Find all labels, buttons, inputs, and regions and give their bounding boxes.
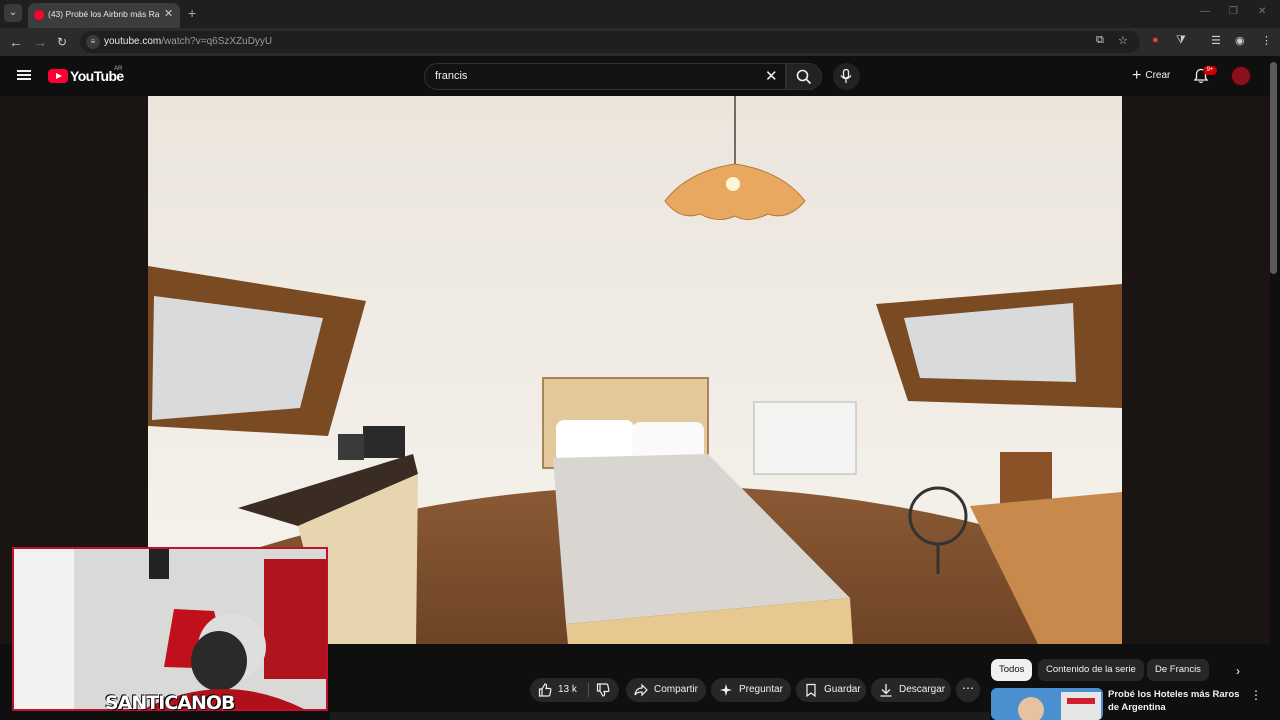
description-area xyxy=(330,712,990,720)
related-video-title[interactable]: Probé los Hoteles más Raros de Argentina xyxy=(1108,688,1248,714)
download-label: Descargar xyxy=(899,684,946,695)
share-label: Compartir xyxy=(654,684,698,695)
search-input[interactable]: francis ✕ xyxy=(424,63,786,90)
browser-window: ⌄ (43) Probé los Airbnb más Raros ✕ + — … xyxy=(0,0,1280,720)
search-icon xyxy=(796,69,812,85)
create-label: Crear xyxy=(1145,70,1171,81)
dislike-button[interactable] xyxy=(589,678,619,702)
chip-series-content[interactable]: Contenido de la serie xyxy=(1038,659,1144,681)
bookmark-star-icon[interactable]: ☆ xyxy=(1118,34,1128,47)
extensions-puzzle-icon[interactable]: ⧩ xyxy=(1176,34,1186,47)
tab-strip: ⌄ (43) Probé los Airbnb más Raros ✕ + — … xyxy=(0,0,1280,28)
clear-search-icon[interactable]: ✕ xyxy=(765,67,778,85)
related-video-menu-icon[interactable]: ⋮ xyxy=(1250,688,1262,702)
guide-menu-icon[interactable] xyxy=(17,70,31,80)
search-query: francis xyxy=(435,70,468,82)
create-button[interactable]: + Crear xyxy=(1124,64,1178,88)
close-tab-icon[interactable]: ✕ xyxy=(164,7,173,20)
more-actions-icon[interactable]: ⋯ xyxy=(956,678,980,702)
back-button[interactable]: ← xyxy=(9,33,23,51)
tab-search-button[interactable]: ⌄ xyxy=(4,4,22,22)
related-video-thumbnail[interactable] xyxy=(991,688,1103,720)
download-button[interactable]: Descargar xyxy=(871,678,951,702)
page-scrollbar[interactable] xyxy=(1270,62,1277,274)
notification-badge: 9+ xyxy=(1203,66,1217,75)
restore-button[interactable]: ❐ xyxy=(1229,6,1238,17)
profile-icon[interactable]: ◉ xyxy=(1235,34,1245,47)
chip-from-francis[interactable]: De Francis xyxy=(1147,659,1209,681)
forward-button[interactable]: → xyxy=(33,33,47,51)
profile-extension-icon[interactable]: ● xyxy=(1152,34,1159,46)
search-button[interactable] xyxy=(786,63,822,90)
close-window-button[interactable]: ✕ xyxy=(1258,6,1266,17)
tab-title: (43) Probé los Airbnb más Raros xyxy=(48,9,160,19)
share-button[interactable]: Compartir xyxy=(626,678,706,702)
browser-toolbar: ← → ↻ ≡ youtube.com/watch?v=q6SzXZuDyyU … xyxy=(0,28,1280,56)
address-bar[interactable]: ≡ youtube.com/watch?v=q6SzXZuDyyU ⧉ ☆ xyxy=(80,31,1140,53)
thumbnail-image xyxy=(991,688,1103,720)
plus-icon: + xyxy=(1132,67,1142,84)
bookmark-icon xyxy=(806,683,816,697)
webcam-overlay xyxy=(12,547,328,711)
share-arrow-icon xyxy=(634,683,648,697)
ask-label: Preguntar xyxy=(739,684,783,695)
thumbs-down-icon xyxy=(596,683,610,697)
save-label: Guardar xyxy=(824,684,861,695)
youtube-masthead: YouTube AR francis ✕ + Crear 9+ xyxy=(0,56,1280,96)
new-tab-button[interactable]: + xyxy=(188,5,196,21)
account-avatar[interactable] xyxy=(1231,66,1251,86)
save-button[interactable]: Guardar xyxy=(796,678,866,702)
microphone-icon xyxy=(840,69,852,83)
thumbs-up-icon xyxy=(538,683,552,697)
site-info-icon[interactable]: ≡ xyxy=(86,35,100,49)
active-tab[interactable]: (43) Probé los Airbnb más Raros ✕ xyxy=(28,3,180,28)
country-code: AR xyxy=(114,66,123,72)
like-count: 13 k xyxy=(558,684,577,695)
streamer-name: SANTICANOB xyxy=(105,692,236,714)
voice-search-button[interactable] xyxy=(833,63,860,90)
url-text: youtube.com/watch?v=q6SzXZuDyyU xyxy=(104,36,273,47)
media-control-icon[interactable]: ☰ xyxy=(1211,34,1221,47)
download-icon xyxy=(880,684,892,697)
install-app-icon[interactable]: ⧉ xyxy=(1096,34,1104,47)
streamer-camera-image xyxy=(14,549,326,709)
chip-all[interactable]: Todos xyxy=(991,659,1033,681)
ask-button[interactable]: Preguntar xyxy=(711,678,791,702)
chrome-menu-icon[interactable]: ⋮ xyxy=(1261,34,1272,47)
youtube-favicon-icon xyxy=(34,10,44,20)
reload-button[interactable]: ↻ xyxy=(57,33,67,51)
like-button[interactable]: 13 k xyxy=(530,678,590,702)
youtube-logo-icon[interactable] xyxy=(48,69,68,83)
minimize-button[interactable]: — xyxy=(1200,6,1210,17)
chip-scroll-right-icon[interactable]: › xyxy=(1236,664,1240,678)
sparkle-icon xyxy=(720,684,732,696)
